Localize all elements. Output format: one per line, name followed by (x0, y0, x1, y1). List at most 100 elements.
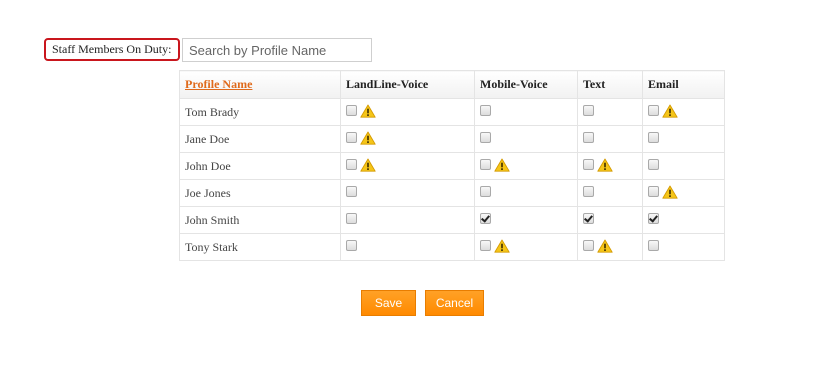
warning-icon (360, 131, 376, 145)
table-body: Tom Brady Jane Doe John Doe Joe Jones John S… (179, 98, 725, 261)
text-checkbox[interactable] (583, 185, 594, 197)
email-cell (642, 152, 725, 180)
staff-duty-table: Profile Name LandLine-Voice Mobile-Voice… (179, 70, 725, 261)
text-option (583, 212, 594, 224)
email-cell (642, 125, 725, 153)
profile-name-cell: Jane Doe (179, 125, 341, 153)
warning-icon (662, 185, 678, 199)
landline-cell (340, 152, 475, 180)
email-checkbox[interactable] (648, 239, 659, 251)
warning-icon (360, 158, 376, 172)
column-header-text: Text (577, 70, 643, 99)
warning-icon (494, 158, 510, 172)
text-checkbox[interactable] (583, 240, 594, 252)
landline-checkbox[interactable] (346, 212, 357, 224)
profile-name-cell: John Smith (179, 206, 341, 234)
landline-option (346, 239, 357, 251)
text-cell (577, 152, 643, 180)
profile-name-cell: Joe Jones (179, 179, 341, 207)
landline-cell (340, 233, 475, 261)
email-cell (642, 98, 725, 126)
mobile-checkbox[interactable] (480, 131, 491, 143)
mobile-cell (474, 152, 578, 180)
text-option (583, 131, 594, 143)
warning-icon (597, 158, 613, 172)
mobile-option (480, 158, 510, 172)
profile-search-input[interactable] (182, 38, 372, 62)
column-header-landline-voice: LandLine-Voice (340, 70, 475, 99)
profile-name-cell: John Doe (179, 152, 341, 180)
email-option (648, 158, 659, 170)
landline-option (346, 158, 376, 172)
warning-icon (662, 104, 678, 118)
text-cell (577, 179, 643, 207)
landline-checkbox[interactable] (346, 132, 357, 144)
email-option (648, 212, 659, 224)
mobile-cell (474, 206, 578, 234)
table-row: John Doe (179, 152, 725, 180)
landline-cell (340, 206, 475, 234)
cancel-button[interactable]: Cancel (425, 290, 484, 316)
mobile-checkbox[interactable] (480, 185, 491, 197)
text-option (583, 158, 613, 172)
landline-checkbox[interactable] (346, 159, 357, 171)
save-button[interactable]: Save (361, 290, 416, 316)
email-cell (642, 206, 725, 234)
column-header-profile-name[interactable]: Profile Name (179, 70, 341, 99)
email-checkbox[interactable] (648, 158, 659, 170)
mobile-checkbox[interactable] (480, 159, 491, 171)
text-option (583, 185, 594, 197)
mobile-option (480, 104, 491, 116)
landline-option (346, 212, 357, 224)
landline-cell (340, 98, 475, 126)
mobile-option (480, 212, 491, 224)
text-checkbox[interactable] (583, 131, 594, 143)
mobile-cell (474, 125, 578, 153)
column-header-mobile-voice: Mobile-Voice (474, 70, 578, 99)
mobile-checkbox[interactable] (480, 212, 491, 224)
email-option (648, 104, 678, 118)
table-row: Joe Jones (179, 179, 725, 207)
table-row: Jane Doe (179, 125, 725, 153)
text-checkbox[interactable] (583, 104, 594, 116)
mobile-cell (474, 98, 578, 126)
email-checkbox[interactable] (648, 105, 659, 117)
email-option (648, 131, 659, 143)
landline-checkbox[interactable] (346, 185, 357, 197)
landline-checkbox[interactable] (346, 105, 357, 117)
text-cell (577, 125, 643, 153)
mobile-checkbox[interactable] (480, 240, 491, 252)
email-cell (642, 179, 725, 207)
mobile-option (480, 185, 491, 197)
warning-icon (494, 239, 510, 253)
profile-name-sort-link[interactable]: Profile Name (185, 77, 252, 91)
landline-option (346, 131, 376, 145)
email-checkbox[interactable] (648, 131, 659, 143)
email-option (648, 239, 659, 251)
text-cell (577, 206, 643, 234)
text-cell (577, 233, 643, 261)
email-checkbox[interactable] (648, 186, 659, 198)
mobile-cell (474, 233, 578, 261)
text-checkbox[interactable] (583, 159, 594, 171)
table-row: Tony Stark (179, 233, 725, 261)
landline-cell (340, 125, 475, 153)
email-checkbox[interactable] (648, 212, 659, 224)
email-option (648, 185, 678, 199)
table-header-row: Profile Name LandLine-Voice Mobile-Voice… (179, 70, 725, 99)
landline-option (346, 104, 376, 118)
text-checkbox[interactable] (583, 212, 594, 224)
table-row: John Smith (179, 206, 725, 234)
email-cell (642, 233, 725, 261)
landline-option (346, 185, 357, 197)
mobile-checkbox[interactable] (480, 104, 491, 116)
mobile-option (480, 239, 510, 253)
landline-checkbox[interactable] (346, 239, 357, 251)
mobile-cell (474, 179, 578, 207)
staff-on-duty-label: Staff Members On Duty: (44, 38, 180, 61)
profile-name-cell: Tom Brady (179, 98, 341, 126)
mobile-option (480, 131, 491, 143)
column-header-email: Email (642, 70, 725, 99)
warning-icon (360, 104, 376, 118)
text-cell (577, 98, 643, 126)
